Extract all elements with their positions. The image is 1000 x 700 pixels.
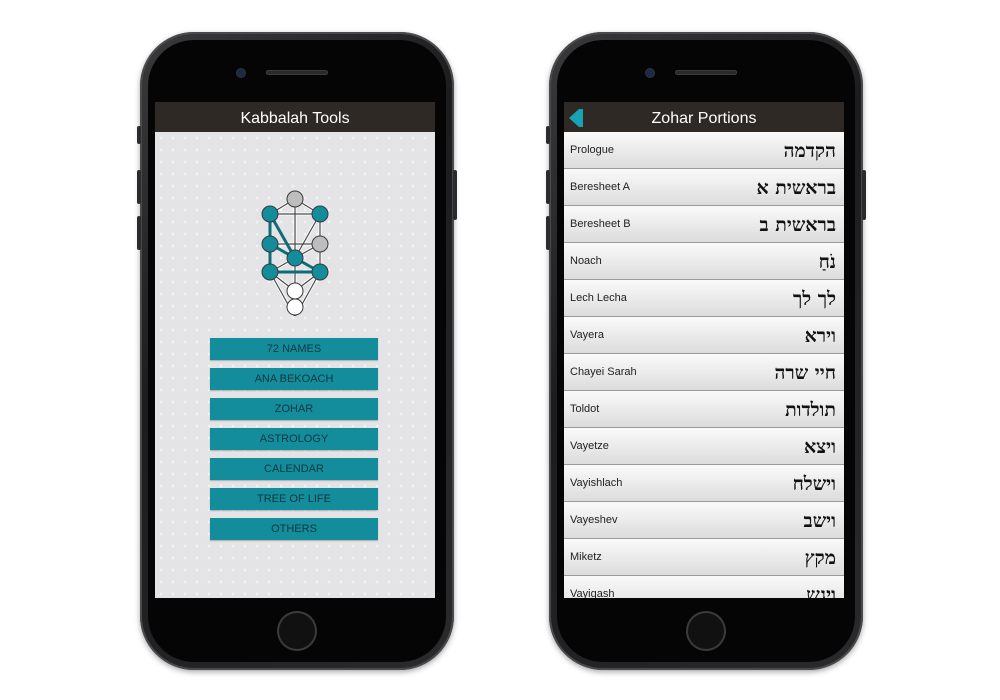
portion-name: Vayera <box>570 329 605 341</box>
mute-switch <box>546 126 550 144</box>
phone-left: Kabbalah Tools 72 NAMES ANA BEKOACH ZOHA… <box>137 32 457 670</box>
portion-hebrew: נֹחַ <box>818 251 836 273</box>
phone-right: Zohar Portions Prologue הקדמה Beresheet … <box>546 32 866 670</box>
list-item[interactable]: Noach נֹחַ <box>564 243 844 280</box>
mute-switch <box>137 126 141 144</box>
volume-down-button <box>137 216 141 250</box>
front-camera <box>646 69 654 77</box>
back-arrow-icon[interactable] <box>567 108 585 128</box>
navbar: Zohar Portions <box>564 102 844 132</box>
list-item[interactable]: Chayei Sarah חיי שרה <box>564 354 844 391</box>
list-item[interactable]: Toldot תולדות <box>564 391 844 428</box>
power-button <box>453 170 457 220</box>
portion-name: Beresheet A <box>570 181 630 193</box>
portion-name: Chayei Sarah <box>570 366 637 378</box>
portion-hebrew: תולדות <box>785 399 836 421</box>
portion-hebrew: וירא <box>804 325 836 347</box>
portion-hebrew: וישלח <box>792 473 836 495</box>
screen-right: Zohar Portions Prologue הקדמה Beresheet … <box>564 102 844 598</box>
portion-name: Vayigash <box>570 588 615 598</box>
portion-hebrew: לך לך <box>792 288 836 310</box>
page-title: Zohar Portions <box>651 110 757 127</box>
menu-button-astrology[interactable]: ASTROLOGY <box>210 428 378 450</box>
portion-name: Vayeshev <box>570 514 618 526</box>
portion-name: Miketz <box>570 551 602 563</box>
portion-hebrew: בראשית ב <box>759 214 836 236</box>
portion-hebrew: מקץ <box>804 547 836 569</box>
screen-left: Kabbalah Tools 72 NAMES ANA BEKOACH ZOHA… <box>155 102 435 598</box>
tree-of-life-icon[interactable] <box>250 186 340 316</box>
menu-button-tree-of-life[interactable]: TREE OF LIFE <box>210 488 378 510</box>
list-item[interactable]: Vayera וירא <box>564 317 844 354</box>
earpiece-speaker <box>675 70 737 75</box>
menu-button-zohar[interactable]: ZOHAR <box>210 398 378 420</box>
volume-down-button <box>546 216 550 250</box>
list-item[interactable]: Beresheet B בראשית ב <box>564 206 844 243</box>
list-item[interactable]: Prologue הקדמה <box>564 132 844 169</box>
portion-hebrew: ויצא <box>804 436 836 458</box>
menu-button-others[interactable]: OTHERS <box>210 518 378 540</box>
portion-hebrew: וישב <box>803 510 836 532</box>
list-item[interactable]: Vayigash ויגש <box>564 576 844 598</box>
list-item[interactable]: Vayeshev וישב <box>564 502 844 539</box>
volume-up-button <box>137 170 141 204</box>
portions-list: Prologue הקדמה Beresheet A בראשית א Bere… <box>564 132 844 598</box>
portion-name: Prologue <box>570 144 615 156</box>
power-button <box>862 170 866 220</box>
list-item[interactable]: Vayetze ויצא <box>564 428 844 465</box>
portion-name: Lech Lecha <box>570 292 627 304</box>
home-button <box>686 611 726 651</box>
volume-up-button <box>546 170 550 204</box>
list-item[interactable]: Beresheet A בראשית א <box>564 169 844 206</box>
list-item[interactable]: Miketz מקץ <box>564 539 844 576</box>
portion-hebrew: חיי שרה <box>774 362 836 384</box>
portion-name: Beresheet B <box>570 218 631 230</box>
front-camera <box>237 69 245 77</box>
portion-name: Toldot <box>570 403 600 415</box>
menu-button-calendar[interactable]: CALENDAR <box>210 458 378 480</box>
navbar: Kabbalah Tools <box>155 102 435 132</box>
home-button <box>277 611 317 651</box>
list-item[interactable]: Lech Lecha לך לך <box>564 280 844 317</box>
portion-name: Noach <box>570 255 602 267</box>
home-content: 72 NAMES ANA BEKOACH ZOHAR ASTROLOGY CAL… <box>155 132 435 598</box>
earpiece-speaker <box>266 70 328 75</box>
menu-button-ana-bekoach[interactable]: ANA BEKOACH <box>210 368 378 390</box>
portion-hebrew: בראשית א <box>756 177 836 199</box>
portion-name: Vayetze <box>570 440 609 452</box>
portion-name: Vayishlach <box>570 477 623 489</box>
page-title: Kabbalah Tools <box>240 110 350 127</box>
portion-hebrew: ויגש <box>806 584 836 598</box>
menu-button-72-names[interactable]: 72 NAMES <box>210 338 378 360</box>
list-item[interactable]: Vayishlach וישלח <box>564 465 844 502</box>
portion-hebrew: הקדמה <box>783 140 836 162</box>
